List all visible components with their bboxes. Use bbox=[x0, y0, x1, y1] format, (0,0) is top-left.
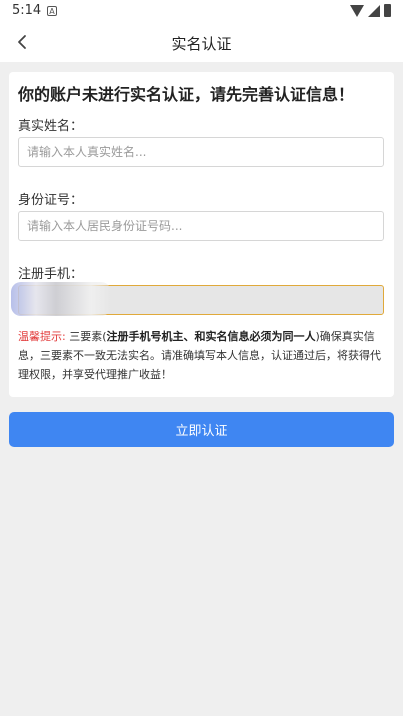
id-number-input[interactable] bbox=[18, 211, 384, 241]
wifi-icon bbox=[350, 4, 364, 17]
notice-text-bold: 注册手机号机主、和实名信息必须为同一人 bbox=[106, 330, 316, 343]
real-name-input[interactable] bbox=[18, 137, 384, 167]
notification-icon: A bbox=[47, 6, 57, 16]
phone-label: 注册手机： bbox=[18, 267, 84, 282]
nav-bar: 实名认证 bbox=[0, 22, 403, 62]
notice-label: 温馨提示: bbox=[18, 330, 66, 343]
battery-icon bbox=[384, 4, 391, 17]
status-bar: 5:14 A bbox=[0, 0, 403, 22]
page-title: 实名认证 bbox=[171, 35, 232, 53]
notice-text: 温馨提示: 三要素(注册手机号机主、和实名信息必须为同一人)确保真实信息，三要素… bbox=[18, 327, 386, 384]
status-icons bbox=[350, 4, 391, 17]
signal-icon bbox=[368, 4, 380, 17]
status-time: 5:14 bbox=[12, 3, 42, 18]
name-label: 真实姓名： bbox=[18, 119, 84, 134]
id-number-label: 身份证号： bbox=[18, 193, 84, 208]
form-heading: 你的账户未进行实名认证，请先完善认证信息！ bbox=[18, 85, 355, 104]
verification-form-card: 你的账户未进行实名认证，请先完善认证信息！ 真实姓名： 身份证号： 注册手机： … bbox=[9, 72, 394, 397]
redacted-phone-value bbox=[11, 282, 111, 316]
verify-now-button[interactable]: 立即认证 bbox=[9, 412, 394, 447]
phone-field[interactable] bbox=[11, 282, 384, 316]
notice-text-before: 三要素( bbox=[65, 330, 107, 343]
